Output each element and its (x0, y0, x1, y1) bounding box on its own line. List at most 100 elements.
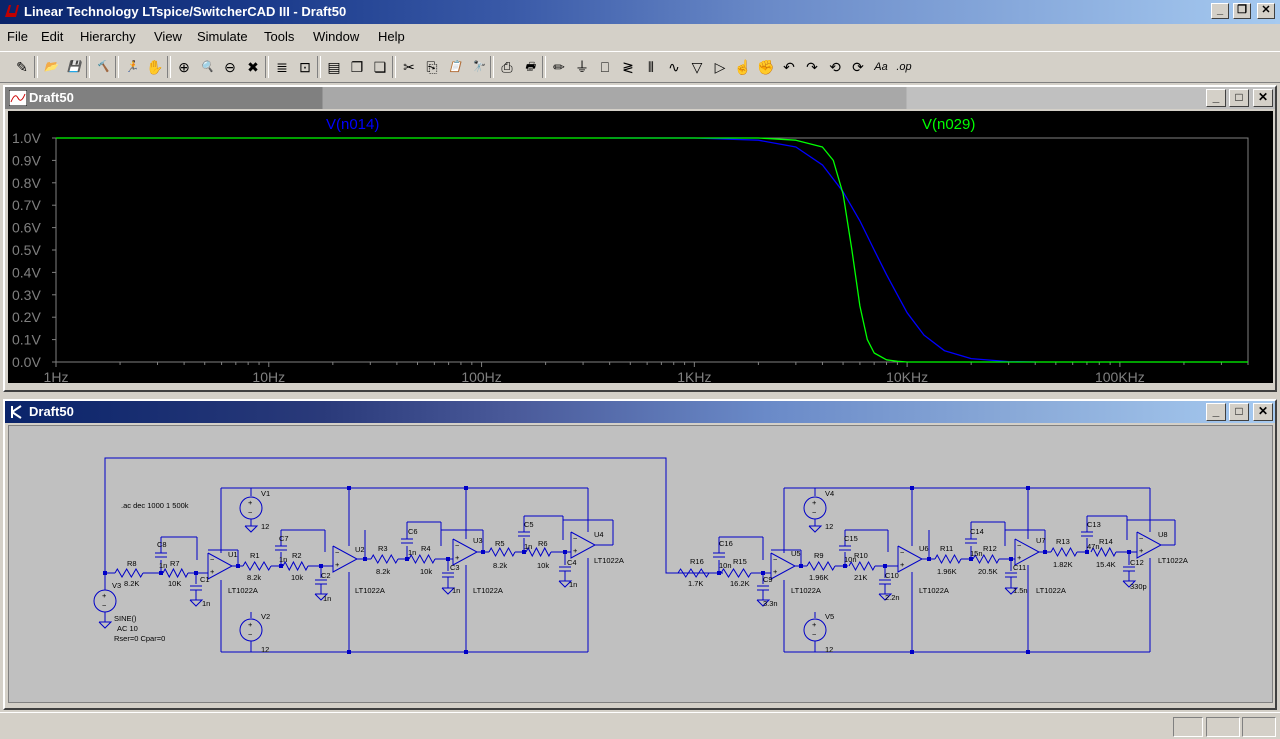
control-panel-icon[interactable]: 🔨 (93, 57, 113, 77)
schematic-close-button[interactable]: ✕ (1253, 403, 1273, 421)
new-schematic-icon[interactable]: ✎ (12, 57, 32, 77)
menu-view[interactable]: View (154, 29, 182, 44)
menu-edit[interactable]: Edit (41, 29, 63, 44)
component-label: 8.2k (247, 573, 261, 582)
capacitor-icon[interactable]: ⫴ (641, 57, 661, 77)
zoom-pan-icon[interactable]: 🔍 (197, 57, 217, 77)
waveform-plot-area[interactable]: 1.0V 0.9V 0.8V 0.7V 0.6V 0.5V 0.4V 0.3V 0.2V 0.1V… (8, 111, 1273, 385)
source-minus: − (812, 508, 817, 517)
component-label: C3 (450, 563, 460, 572)
tile-horizontal-icon[interactable]: ▤ (324, 57, 344, 77)
component-label: C8 (157, 540, 167, 549)
waveform-minimize-button[interactable]: _ (1206, 89, 1226, 107)
print-icon[interactable]: 🖶 (520, 57, 540, 77)
close-all-icon[interactable]: ❏ (370, 57, 390, 77)
y-tick-label: 1.0V (12, 130, 41, 146)
component-label: R10 (854, 551, 868, 560)
drag-icon[interactable]: ✊ (756, 57, 776, 77)
undo-icon[interactable]: ↶ (779, 57, 799, 77)
resistor-icon[interactable]: ≷ (618, 57, 638, 77)
schematic-window[interactable]: Draft50 _ □ ✕ + − − + + − + − − + − + − + − + + − + − − + − + − +… (3, 399, 1277, 710)
print-setup-icon[interactable]: ⎙ (497, 57, 517, 77)
source-value-line3: Rser=0 Cpar=0 (114, 634, 165, 643)
zoom-out-icon[interactable]: ⊖ (220, 57, 240, 77)
cascade-icon[interactable]: ❐ (347, 57, 367, 77)
component-label: LT1022A (791, 586, 821, 595)
menu-window[interactable]: Window (313, 29, 359, 44)
resistor (242, 561, 272, 571)
run-icon[interactable]: 🏃 (122, 57, 142, 77)
paste-icon[interactable]: 📋 (445, 57, 465, 77)
component-label: R6 (538, 539, 548, 548)
component-label: U5 (791, 549, 801, 558)
trace-label-v-n014[interactable]: V(n014) (326, 116, 379, 133)
component-label: 10K (168, 579, 181, 588)
y-tick-label: 0.8V (12, 175, 41, 191)
wire-icon[interactable]: ✏ (549, 57, 569, 77)
app-title-bar[interactable]: Linear Technology LTspice/SwitcherCAD II… (0, 0, 1280, 24)
component-label: R3 (378, 544, 388, 553)
redo-icon[interactable]: ↷ (802, 57, 822, 77)
y-tick-label: 0.3V (12, 287, 41, 303)
x-tick-label: 1Hz (44, 369, 69, 383)
menu-help[interactable]: Help (378, 29, 405, 44)
spice-directive[interactable]: .ac dec 1000 1 500k (121, 501, 189, 510)
opamp-pin: − (773, 555, 778, 564)
waveform-maximize-button[interactable]: □ (1229, 89, 1249, 107)
close-button[interactable]: ✕ (1257, 3, 1275, 19)
restore-button[interactable]: ❐ (1233, 3, 1251, 19)
halt-icon[interactable]: ✋ (145, 57, 165, 77)
copy-icon[interactable]: ⎘ (422, 57, 442, 77)
resistor (370, 553, 399, 565)
source-minus: − (248, 508, 253, 517)
schematic-minimize-button[interactable]: _ (1206, 403, 1226, 421)
mirror-icon[interactable]: ⟳ (848, 57, 868, 77)
view-icon[interactable]: ⊡ (295, 57, 315, 77)
component-label: V5 (825, 612, 834, 621)
label-icon[interactable]: ⎕ (595, 57, 615, 77)
trace-V(n029)[interactable] (56, 137, 1248, 363)
zoom-in-icon[interactable]: ⊕ (174, 57, 194, 77)
component-label: 1.96K (809, 573, 829, 582)
trace-label-v-n029[interactable]: V(n029) (922, 116, 975, 133)
component-label: U4 (594, 530, 604, 539)
component-label: LT1022A (355, 586, 385, 595)
schematic-canvas[interactable]: + − − + + − + − − + − + − + − + + − + − − + − + − + V1 12 V2 12 R8 8.2K… (8, 425, 1273, 703)
component-label: 1n (524, 542, 532, 551)
menu-file[interactable]: File (7, 29, 28, 44)
move-icon[interactable]: ☝ (733, 57, 753, 77)
spice-directive-icon[interactable]: .op (894, 57, 914, 77)
autorange-icon[interactable]: ≣ (272, 57, 292, 77)
waveform-close-button[interactable]: ✕ (1253, 89, 1273, 107)
source-plus: + (102, 591, 107, 600)
menu-simulate[interactable]: Simulate (197, 29, 248, 44)
diode-icon[interactable]: ▽ (687, 57, 707, 77)
waveform-window[interactable]: Draft50 _ □ ✕ 1.0V 0.9V 0.8V 0.7V 0.6V 0.5V 0.… (3, 85, 1277, 392)
ground-icon[interactable]: ⏚ (572, 57, 592, 77)
opamp-pin: − (455, 541, 460, 550)
rotate-icon[interactable]: ⟲ (825, 57, 845, 77)
inductor-icon[interactable]: ∿ (664, 57, 684, 77)
menu-hierarchy[interactable]: Hierarchy (80, 29, 136, 44)
waveform-chart[interactable]: 1.0V 0.9V 0.8V 0.7V 0.6V 0.5V 0.4V 0.3V 0.2V 0.1V… (8, 111, 1273, 385)
zoom-cancel-icon[interactable]: ✖ (243, 57, 263, 77)
schematic-maximize-button[interactable]: □ (1229, 403, 1249, 421)
cut-icon[interactable]: ✂ (399, 57, 419, 77)
component-label: R4 (421, 544, 431, 553)
minimize-button[interactable]: _ (1211, 3, 1229, 19)
component-label: R8 (127, 559, 137, 568)
waveform-title-bar[interactable]: Draft50 _ □ ✕ (5, 87, 1275, 109)
component-label: C6 (408, 527, 418, 536)
schematic-title-bar[interactable]: Draft50 _ □ ✕ (5, 401, 1275, 423)
schematic-drawing[interactable]: +−−++−+−−+−+−+−++−+−−+−+−+V112V212R88.2K… (9, 426, 1272, 702)
trace-V(n014)[interactable] (609, 137, 1036, 363)
text-icon[interactable]: Aa (871, 57, 891, 77)
menu-tools[interactable]: Tools (264, 29, 294, 44)
toolbar-separator (317, 56, 321, 78)
open-icon[interactable]: 📂 (41, 57, 61, 77)
save-icon[interactable]: 💾 (64, 57, 84, 77)
find-icon[interactable]: 🔭 (468, 57, 488, 77)
component-label: 3.3n (763, 599, 778, 608)
component-label: V1 (261, 489, 270, 498)
component-icon[interactable]: ▷ (710, 57, 730, 77)
